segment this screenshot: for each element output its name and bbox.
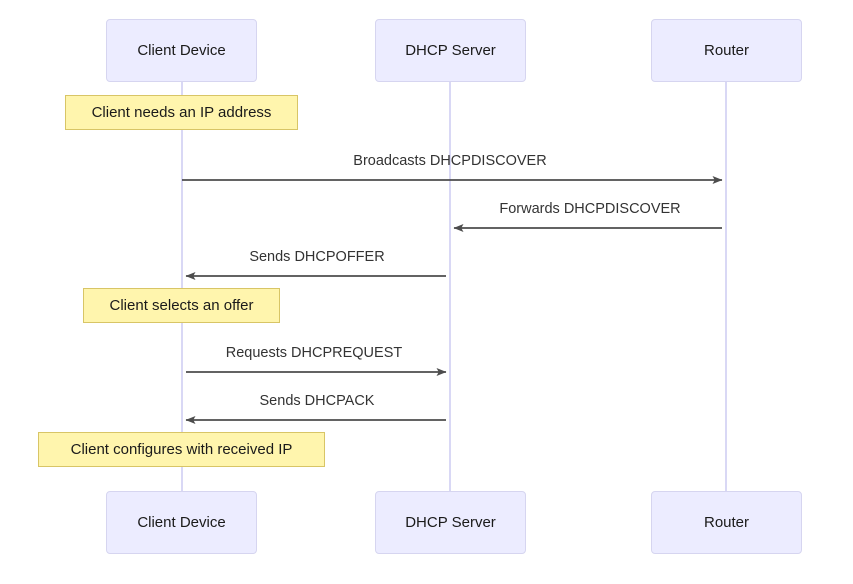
participant-box-client-top[interactable]: Client Device bbox=[106, 19, 257, 82]
diagram-overlay: Client Device DHCP Server Router Client … bbox=[0, 0, 853, 584]
note-label-client-configures-ip: Client configures with received IP bbox=[70, 441, 293, 458]
participant-box-router-bottom[interactable]: Router bbox=[651, 491, 802, 554]
participant-box-dhcp-top[interactable]: DHCP Server bbox=[375, 19, 526, 82]
participant-label-dhcp-bottom: DHCP Server bbox=[405, 514, 496, 531]
message-label-sends-dhcpack: Sends DHCPACK bbox=[259, 393, 375, 409]
message-label-sends-dhcpoffer: Sends DHCPOFFER bbox=[249, 249, 385, 265]
participant-label-router-bottom: Router bbox=[703, 514, 750, 531]
participant-label-dhcp-top: DHCP Server bbox=[405, 42, 496, 59]
participant-label-client-bottom: Client Device bbox=[137, 514, 226, 531]
participant-label-client-top: Client Device bbox=[137, 42, 226, 59]
participant-box-router-top[interactable]: Router bbox=[651, 19, 802, 82]
participant-box-client-bottom[interactable]: Client Device bbox=[106, 491, 257, 554]
message-label-forwards-dhcpdiscover: Forwards DHCPDISCOVER bbox=[499, 201, 681, 217]
participant-label-router-top: Router bbox=[703, 42, 750, 59]
note-label-client-selects-offer: Client selects an offer bbox=[109, 297, 254, 314]
message-label-requests-dhcprequest: Requests DHCPREQUEST bbox=[225, 345, 403, 361]
message-label-broadcasts-dhcpdiscover: Broadcasts DHCPDISCOVER bbox=[353, 153, 547, 169]
sequence-diagram: Client Device DHCP Server Router Client … bbox=[0, 0, 853, 584]
note-client-selects-offer[interactable]: Client selects an offer bbox=[83, 288, 280, 323]
note-label-client-needs-ip: Client needs an IP address bbox=[91, 104, 272, 121]
participant-box-dhcp-bottom[interactable]: DHCP Server bbox=[375, 491, 526, 554]
note-client-needs-ip[interactable]: Client needs an IP address bbox=[65, 95, 298, 130]
note-client-configures-ip[interactable]: Client configures with received IP bbox=[38, 432, 325, 467]
